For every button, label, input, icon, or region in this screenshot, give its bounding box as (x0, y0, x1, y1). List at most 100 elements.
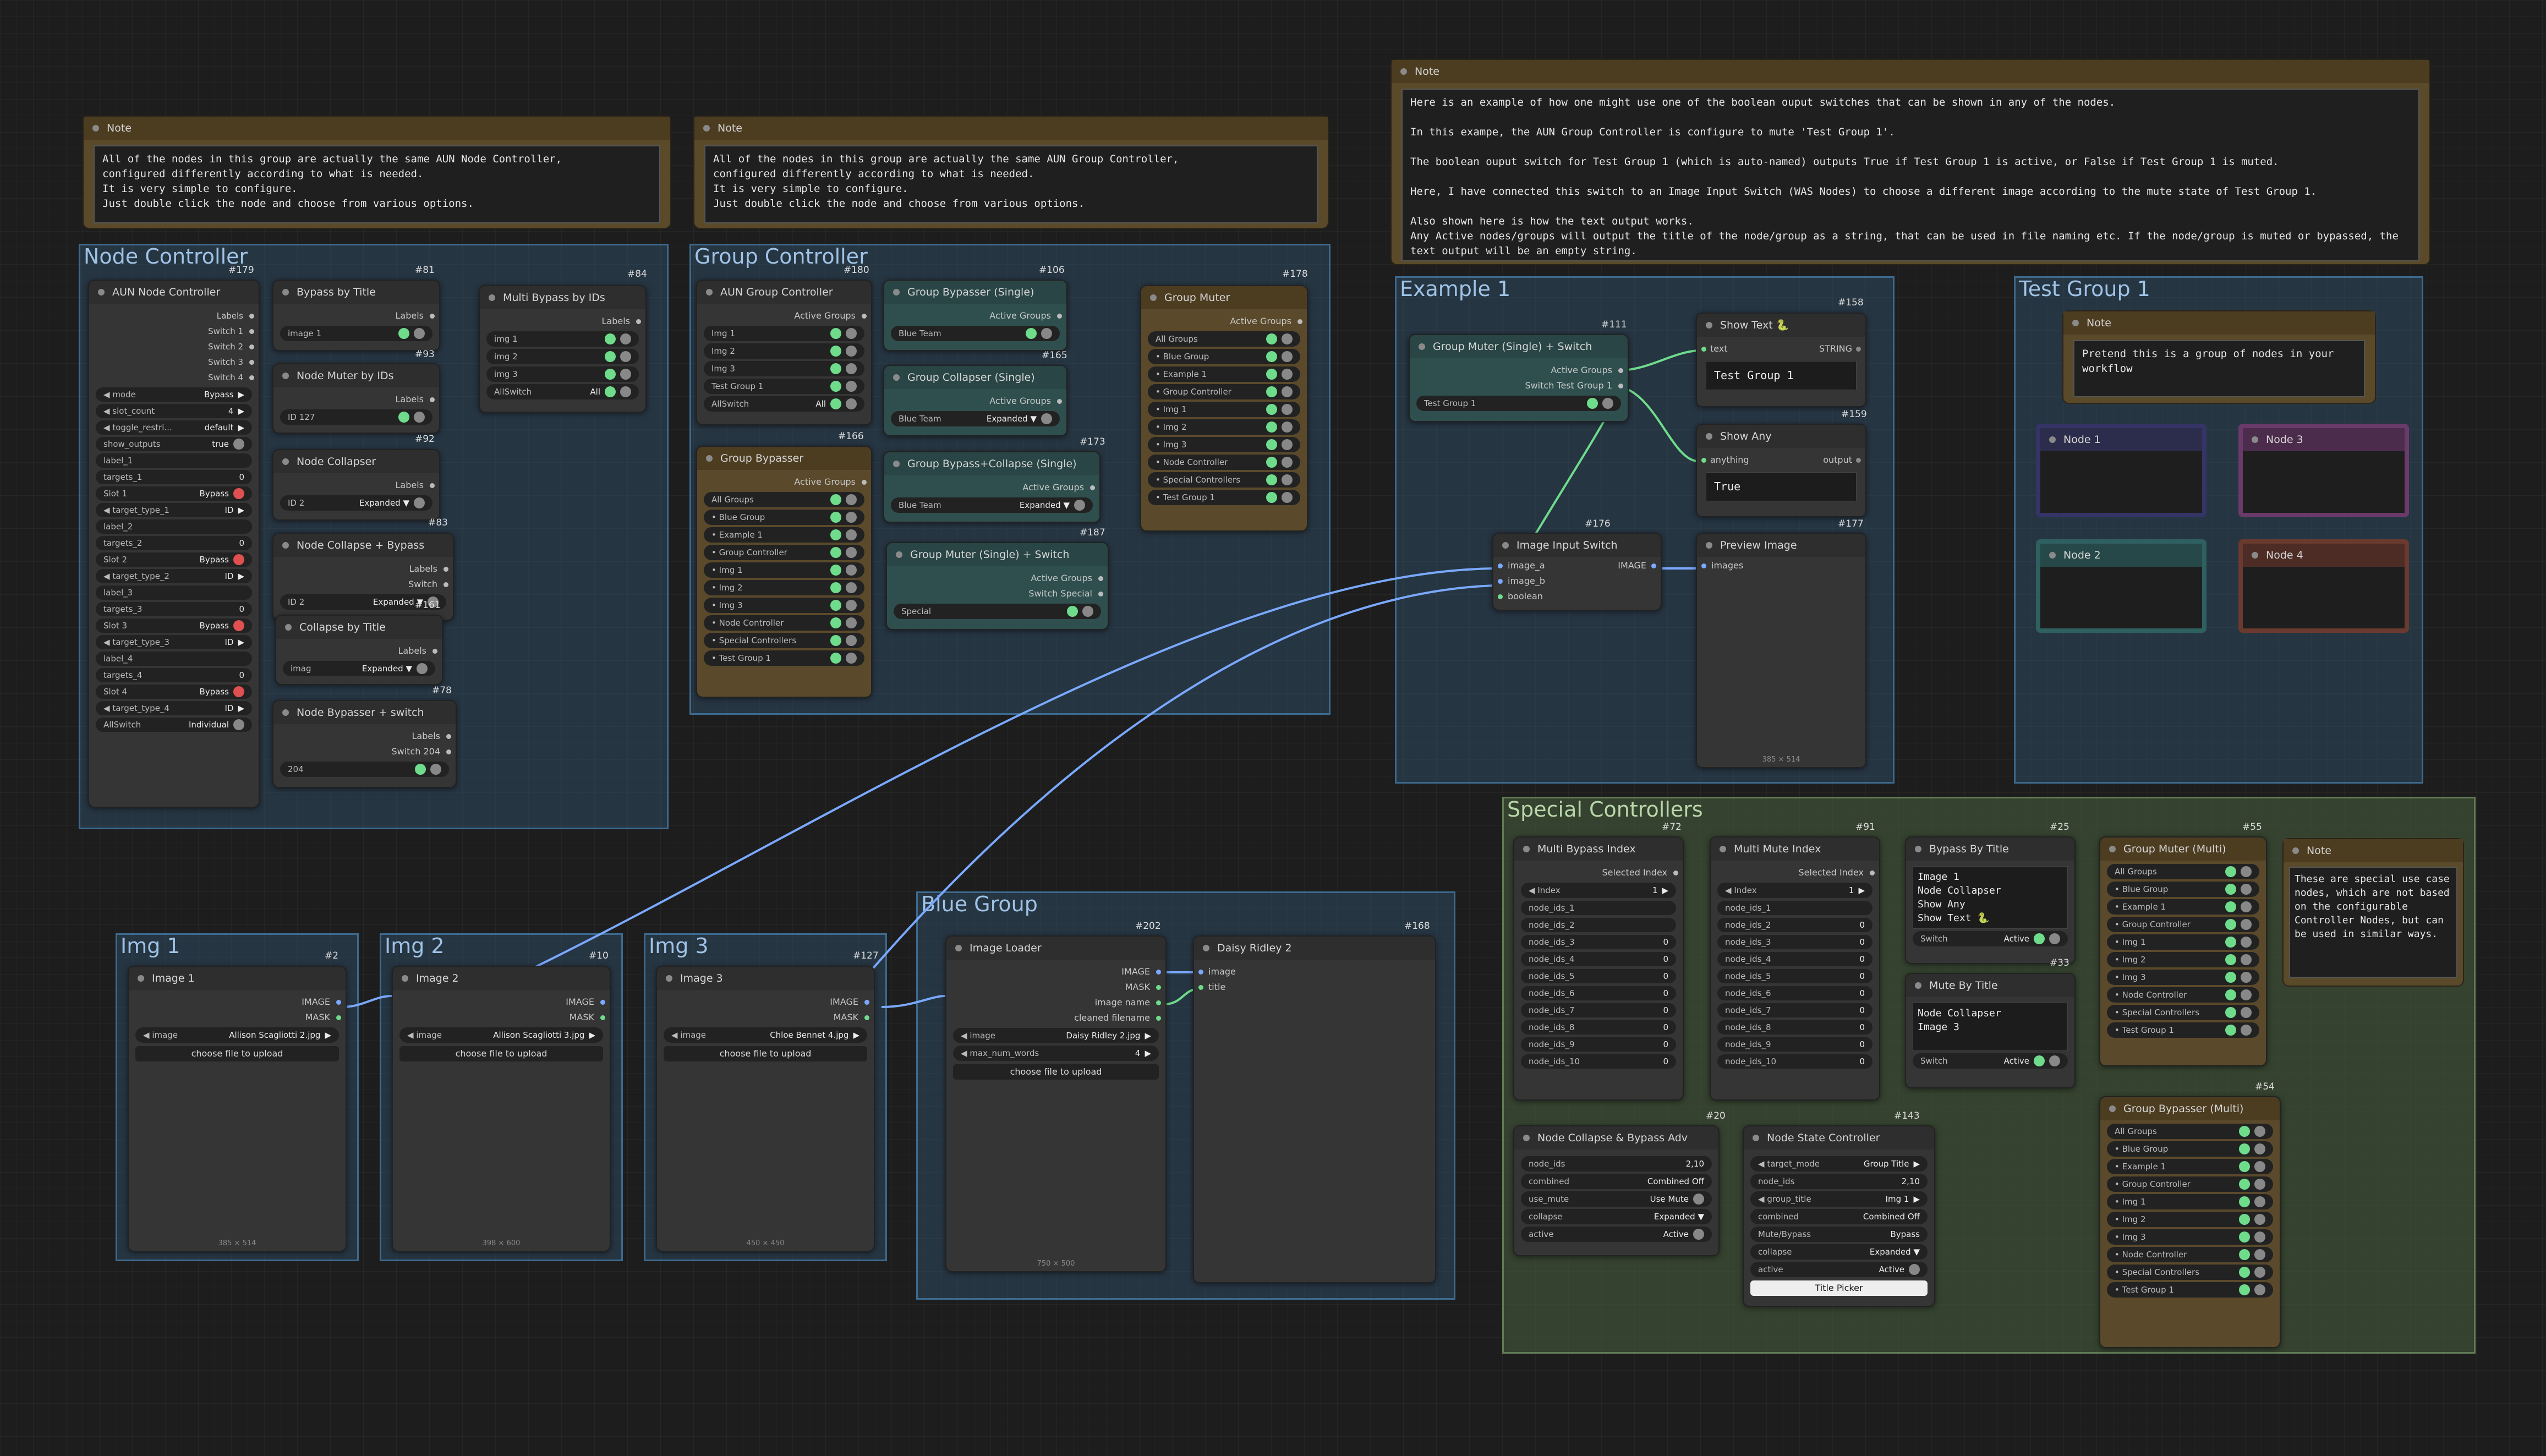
toggle-on-icon[interactable] (1266, 474, 1277, 485)
toggle-red-icon[interactable] (233, 488, 244, 499)
collapse-dot-icon[interactable] (2292, 847, 2299, 854)
widget-value[interactable]: 0 (239, 668, 244, 682)
widget-value[interactable]: 0 (1663, 1003, 1668, 1017)
toggle-on-icon[interactable] (1266, 422, 1277, 433)
arrow-left-icon[interactable]: ◀ (103, 637, 112, 647)
note-textarea[interactable]: All of the nodes in this group are actua… (94, 145, 660, 223)
collapse-dot-icon[interactable] (282, 289, 289, 295)
widget-row[interactable]: • Img 2 (2107, 952, 2259, 967)
multi-bypass-by-ids[interactable]: Multi Bypass by IDs Labels img 1 img 2 img… (479, 285, 647, 413)
widget-value[interactable] (2235, 1267, 2265, 1278)
switch-output[interactable]: Switch Test Group 1 (1416, 378, 1623, 393)
widget-value[interactable]: 0 (1859, 952, 1865, 966)
toggle-on-icon[interactable] (830, 565, 841, 576)
toggle-icon[interactable] (1282, 351, 1293, 362)
load-image-node[interactable]: Image 2 IMAGE MASK ◀ image Allison Scagliott… (392, 966, 611, 1252)
toggle-icon[interactable] (2049, 933, 2060, 944)
widget-row[interactable]: Mute/Bypass Bypass (1750, 1227, 1928, 1242)
node-header[interactable]: Group Bypasser (Single) (884, 281, 1066, 304)
toggle-icon[interactable] (846, 529, 857, 540)
node-header[interactable]: Node 2 (2040, 544, 2202, 567)
output-socket[interactable] (446, 749, 451, 754)
collapse-dot-icon[interactable] (955, 945, 962, 951)
widget-row[interactable]: • Img 3 (2107, 1229, 2273, 1245)
toggle-icon[interactable] (1041, 413, 1052, 424)
group-bypasser[interactable]: Group Bypasser Active Groups All Groups •… (696, 446, 872, 698)
toggle-icon[interactable] (1282, 439, 1293, 450)
node-header[interactable]: Node Muter by IDs (273, 364, 439, 387)
widget-value[interactable]: ID ▶ (225, 569, 244, 583)
node-header[interactable]: Multi Bypass Index (1514, 838, 1683, 861)
widget-row[interactable]: AllSwitch All (486, 384, 639, 399)
collapse-dot-icon[interactable] (92, 125, 99, 132)
widget-row[interactable]: All Groups (2107, 1124, 2273, 1139)
collapse-dot-icon[interactable] (138, 975, 144, 982)
widget-value[interactable] (1262, 404, 1293, 415)
widget-value[interactable]: All (815, 396, 857, 412)
arrow-right-icon[interactable]: ▶ (1662, 883, 1668, 898)
widget-value[interactable] (1262, 386, 1293, 397)
toggle-icon[interactable] (233, 719, 244, 730)
widget-row[interactable]: • Img 3 (1148, 437, 1300, 452)
widget-value[interactable]: 0 (1663, 1037, 1668, 1052)
widget-value[interactable]: 0 (1859, 1003, 1865, 1017)
collapse-dot-icon[interactable] (893, 289, 900, 295)
widget-row[interactable]: All Groups (2107, 864, 2259, 879)
switch-widget[interactable]: Switch Active (1913, 1053, 2068, 1069)
node-collapse-bypass-adv[interactable]: Node Collapse & Bypass Adv node_ids 2,10 c… (1513, 1125, 1720, 1256)
toggle-icon[interactable] (2254, 1214, 2265, 1225)
arrow-left-icon[interactable]: ◀ (103, 390, 112, 399)
collapse-dot-icon[interactable] (282, 373, 289, 379)
widget-value[interactable] (2235, 1126, 2265, 1137)
widget-value[interactable]: 2,10 (1686, 1156, 1704, 1172)
widget-value[interactable]: Active (1879, 1262, 1920, 1277)
note-header[interactable]: Note (1392, 60, 2429, 83)
widget-row[interactable]: • Img 1 (1148, 402, 1300, 417)
widget-row[interactable]: AllSwitch Individual (96, 718, 252, 732)
image-a-row[interactable]: image_a IMAGE (1498, 558, 1656, 573)
widget-value[interactable]: Bypass (199, 486, 244, 501)
toggle-on-icon[interactable] (2239, 1143, 2250, 1154)
widget-row[interactable]: ◀ target_type_4 ID ▶ (96, 701, 252, 715)
toggle-icon[interactable] (846, 547, 857, 558)
mask-output[interactable]: MASK (135, 1010, 341, 1025)
toggle-on-icon[interactable] (2225, 954, 2236, 965)
widget-value[interactable]: Allison Scagliotti 3.jpg ▶ (493, 1027, 595, 1043)
widget-row[interactable]: label_2 (96, 519, 252, 534)
arrow-left-icon[interactable]: ◀ (103, 571, 112, 581)
multi-mute-index[interactable]: Multi Mute Index Selected Index ◀ Index 1… (1710, 836, 1880, 1101)
output-socket[interactable] (1090, 485, 1095, 490)
widget-value[interactable] (1262, 351, 1293, 362)
toggle-on-icon[interactable] (2225, 884, 2236, 895)
widget-value[interactable]: Daisy Ridley 2.jpg ▶ (1066, 1028, 1151, 1043)
widget-row[interactable]: active Active (1521, 1227, 1712, 1242)
active-groups-output[interactable]: Active Groups (891, 480, 1095, 495)
arrow-right-icon[interactable]: ▶ (238, 569, 244, 583)
node-header[interactable]: Image Loader (946, 937, 1165, 960)
widget-value[interactable]: 1 ▶ (1849, 883, 1865, 898)
input-socket[interactable] (1198, 985, 1203, 990)
widget-row[interactable]: node_ids_6 0 (1717, 986, 1872, 1000)
widget-value[interactable]: Img 1 ▶ (1886, 1191, 1920, 1207)
toggle-icon[interactable] (414, 497, 425, 508)
widget-value[interactable] (1262, 492, 1293, 503)
group-toggle-widget[interactable]: Test Group 1 (1416, 396, 1621, 411)
toggle-on-icon[interactable] (2225, 1025, 2236, 1036)
widget-value[interactable]: 0 (1663, 935, 1668, 949)
node-header[interactable]: Mute By Title (1906, 974, 2074, 997)
title-picker-button[interactable]: Title Picker (1750, 1280, 1928, 1296)
upload-button[interactable]: choose file to upload (664, 1046, 867, 1061)
widget-value[interactable] (826, 547, 857, 558)
widget-row[interactable]: Img 1 (704, 326, 864, 341)
title-input-row[interactable]: title (1198, 979, 1428, 995)
arrow-right-icon[interactable]: ▶ (238, 503, 244, 517)
image-name-output[interactable]: image name (953, 995, 1161, 1010)
toggle-icon[interactable] (1282, 457, 1293, 468)
widget-row[interactable]: • Img 2 (704, 580, 864, 595)
node-muter-by-ids[interactable]: Node Muter by IDs Labels ID 127 (272, 363, 440, 434)
node-header[interactable]: Node Collapser (273, 450, 439, 473)
output-row[interactable]: Switch 3 (96, 354, 254, 370)
widget-value[interactable]: All (590, 384, 631, 399)
node-header[interactable]: Group Collapser (Single) (884, 366, 1066, 389)
collapse-dot-icon[interactable] (1915, 846, 1921, 852)
